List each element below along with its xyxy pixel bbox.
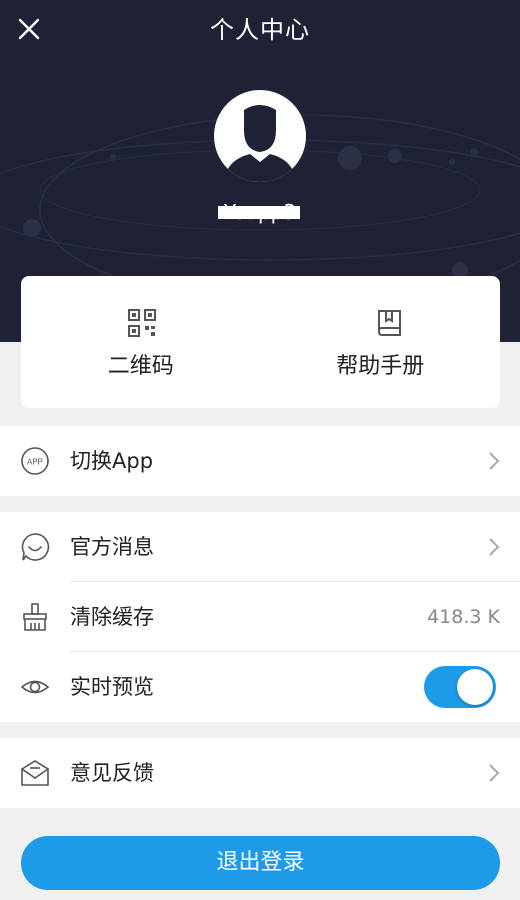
cache-size: 418.3 K (427, 606, 500, 628)
avatar[interactable] (214, 90, 306, 182)
official-messages-label: 官方消息 (70, 535, 154, 559)
feedback-mail-icon (20, 758, 50, 788)
svg-text:APP: APP (27, 458, 43, 467)
book-icon (377, 310, 401, 336)
feedback-label: 意见反馈 (70, 761, 154, 785)
broom-icon (20, 602, 50, 632)
quick-actions-card: 二维码 帮助手册 (21, 276, 500, 408)
menu-item-clear-cache[interactable]: 清除缓存 418.3 K (0, 582, 520, 652)
qr-code-icon (128, 309, 156, 337)
live-preview-label: 实时预览 (70, 675, 154, 699)
redaction-bar (218, 206, 300, 219)
page-title: 个人中心 (210, 16, 310, 44)
chevron-right-icon (489, 764, 500, 782)
username: Yoapp3 (0, 198, 520, 226)
chevron-right-icon (489, 452, 500, 470)
menu-item-live-preview: 实时预览 (0, 652, 520, 722)
user-silhouette-icon (224, 105, 296, 182)
menu-group-app: APP 切换App (0, 426, 520, 496)
switch-app-label: 切换App (70, 449, 154, 473)
qr-code-button[interactable]: 二维码 (21, 276, 261, 408)
eye-icon (20, 672, 50, 702)
menu-group-settings: 官方消息 清除缓存 418.3 K 实时预览 (0, 512, 520, 722)
app-icon: APP (20, 446, 50, 476)
menu-item-switch-app[interactable]: APP 切换App (0, 426, 520, 496)
message-bubble-icon (20, 532, 50, 562)
live-preview-toggle[interactable] (424, 666, 496, 708)
menu-item-feedback[interactable]: 意见反馈 (0, 738, 520, 808)
toggle-knob (457, 669, 493, 705)
clear-cache-label: 清除缓存 (70, 605, 154, 629)
qr-code-label: 二维码 (107, 354, 174, 379)
chevron-right-icon (489, 538, 500, 556)
menu-item-official-messages[interactable]: 官方消息 (0, 512, 520, 582)
help-manual-button[interactable]: 帮助手册 (261, 276, 501, 408)
menu-group-feedback: 意见反馈 (0, 738, 520, 808)
help-manual-label: 帮助手册 (336, 354, 425, 379)
logout-button[interactable]: 退出登录 (21, 836, 500, 890)
